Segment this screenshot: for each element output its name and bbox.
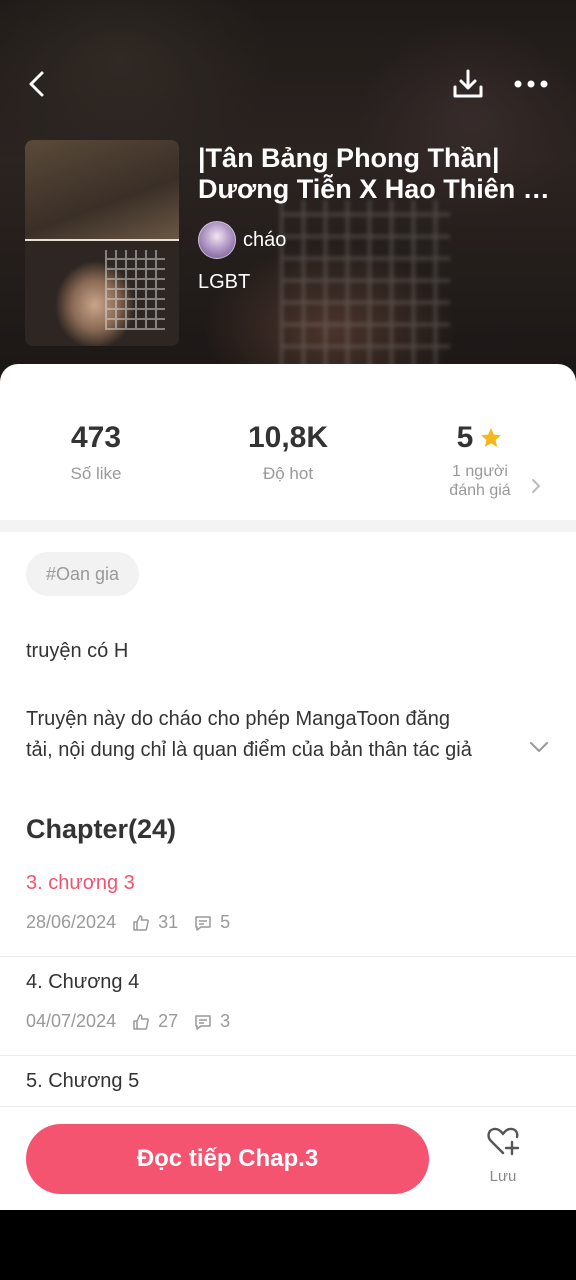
save-label: Lưu (489, 1168, 517, 1185)
stats-row: 473 Số like 10,8K Độ hot 5 1 người đánh … (0, 364, 576, 520)
author-avatar (198, 221, 236, 259)
chapter-title: 5. Chương 5 (26, 1070, 140, 1092)
continue-reading-button[interactable]: Đọc tiếp Chap.3 (26, 1124, 429, 1194)
book-title: |Tân Bảng Phong Thần| Dương Tiễn X Hao T… (198, 143, 563, 205)
chapter-likes: 27 (158, 1011, 179, 1031)
chapter-date: 28/06/2024 (26, 912, 117, 932)
section-divider (0, 520, 576, 532)
back-button[interactable] (16, 62, 60, 106)
chapter-date: 04/07/2024 (26, 1011, 117, 1031)
chapter-item-3[interactable]: 3. chương 3 28/06/2024 31 5 (0, 858, 576, 957)
system-nav-bar (0, 1210, 576, 1280)
book-cover (25, 140, 179, 346)
tag-chip[interactable]: #Oan gia (26, 552, 140, 596)
more-dots-icon (514, 80, 548, 88)
chapter-likes: 31 (158, 912, 179, 932)
genre-label: LGBT (198, 271, 251, 293)
hot-count: 10,8K (247, 421, 329, 454)
stat-rating[interactable]: 5 1 người đánh giá (420, 420, 540, 500)
save-button[interactable]: Lưu (470, 1125, 536, 1195)
comment-icon (194, 1013, 212, 1031)
chapter-comments: 5 (220, 912, 231, 932)
hot-label: Độ hot (262, 464, 314, 483)
chapter-title: 3. chương 3 (26, 872, 135, 894)
download-button[interactable] (446, 62, 490, 106)
rating-value: 5 (456, 421, 474, 454)
book-title-line2: Dương Tiễn X Hao Thiên Khuyển (198, 174, 563, 204)
chevron-left-icon (29, 71, 44, 97)
heart-plus-icon (487, 1127, 520, 1156)
detail-sheet: 473 Số like 10,8K Độ hot 5 1 người đánh … (0, 364, 576, 1210)
chapter-comments: 3 (220, 1011, 231, 1031)
description-body[interactable]: Truyện này do cháo cho phép MangaToon đă… (26, 704, 526, 766)
description-line-2: tải, nội dung chỉ là quan điểm của bản t… (26, 739, 472, 761)
rating-count-label: 1 người (452, 463, 508, 480)
likes-label: Số like (70, 464, 122, 483)
chevron-down-icon[interactable] (528, 740, 550, 754)
thumbs-up-icon (132, 914, 150, 932)
description-line-1: Truyện này do cháo cho phép MangaToon đă… (26, 708, 451, 730)
rating-caption: đánh giá (449, 482, 511, 499)
chapter-title: 4. Chương 4 (26, 971, 140, 993)
thumbs-up-icon (132, 1013, 150, 1031)
stat-likes: 473 Số like (36, 420, 156, 484)
chapters-heading: Chapter(24) (26, 814, 177, 844)
more-button[interactable] (508, 62, 554, 106)
comment-icon (194, 914, 212, 932)
author-name: cháo (243, 228, 287, 251)
star-icon (481, 428, 502, 447)
download-icon (453, 69, 483, 98)
book-title-line1: |Tân Bảng Phong Thần| (198, 143, 500, 173)
likes-count: 473 (70, 421, 122, 454)
chevron-right-icon[interactable] (530, 478, 542, 494)
stat-hot: 10,8K Độ hot (218, 420, 358, 484)
description-note: truyện có H (26, 640, 129, 662)
bottom-action-bar: Đọc tiếp Chap.3 Lưu (0, 1106, 576, 1210)
author-link[interactable]: cháo (198, 220, 286, 260)
chapter-item-4[interactable]: 4. Chương 4 04/07/2024 27 3 (0, 957, 576, 1056)
